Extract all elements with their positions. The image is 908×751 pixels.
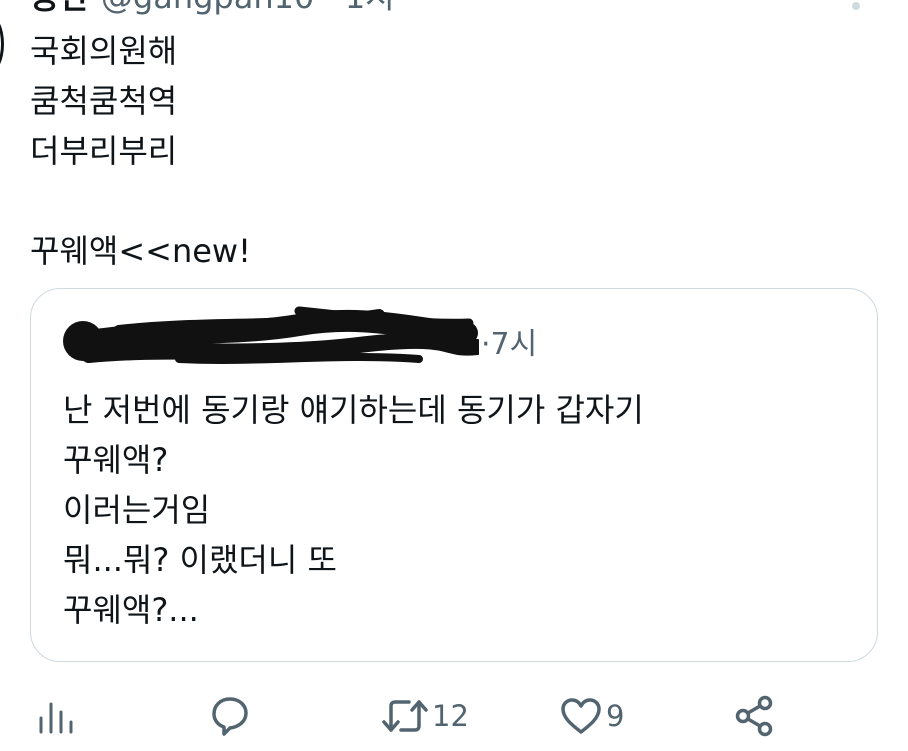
like-count: 9 xyxy=(606,699,625,733)
quoted-tweet-text: 난 저번에 동기랑 얘기하는데 동기가 갑자기 꾸웨액? 이러는거임 뭐...뭐… xyxy=(63,391,644,629)
quoted-tweet-card[interactable]: ·7시 난 저번에 동기랑 얘기하는데 동기가 갑자기 꾸웨액? 이러는거임 뭐… xyxy=(30,288,878,662)
quoted-separator: · xyxy=(481,327,491,362)
reply-button[interactable] xyxy=(208,688,252,744)
tweet-body-text: 국회의원해 쿰척쿰척역 더부리부리 꾸웨액<<new! xyxy=(30,32,251,270)
analytics-icon xyxy=(39,702,73,734)
more-options-icon[interactable] xyxy=(852,2,860,10)
retweet-count: 12 xyxy=(432,699,469,733)
tweet-time[interactable]: 1시 xyxy=(345,0,395,16)
analytics-button[interactable] xyxy=(38,688,74,744)
heart-icon xyxy=(561,698,601,734)
like-button[interactable]: 9 xyxy=(560,688,624,744)
retweet-icon xyxy=(382,700,428,732)
author-handle[interactable]: @gangpan10 xyxy=(101,0,314,16)
share-icon xyxy=(735,695,773,737)
reply-icon xyxy=(212,697,248,736)
retweet-button[interactable]: 12 xyxy=(382,688,469,744)
tweet-action-bar: 12 9 xyxy=(0,688,908,744)
header-separator: · xyxy=(325,0,335,16)
author-name[interactable]: 공간 xyxy=(30,0,89,16)
share-button[interactable] xyxy=(734,688,776,744)
quoted-tweet-time[interactable]: ·7시 xyxy=(481,325,537,365)
redacted-author-scribble xyxy=(63,306,479,364)
author-avatar[interactable] xyxy=(0,14,4,74)
quoted-time-value: 7시 xyxy=(490,327,538,362)
tweet-header: 공간 @gangpan10 · 1시 xyxy=(30,0,395,16)
